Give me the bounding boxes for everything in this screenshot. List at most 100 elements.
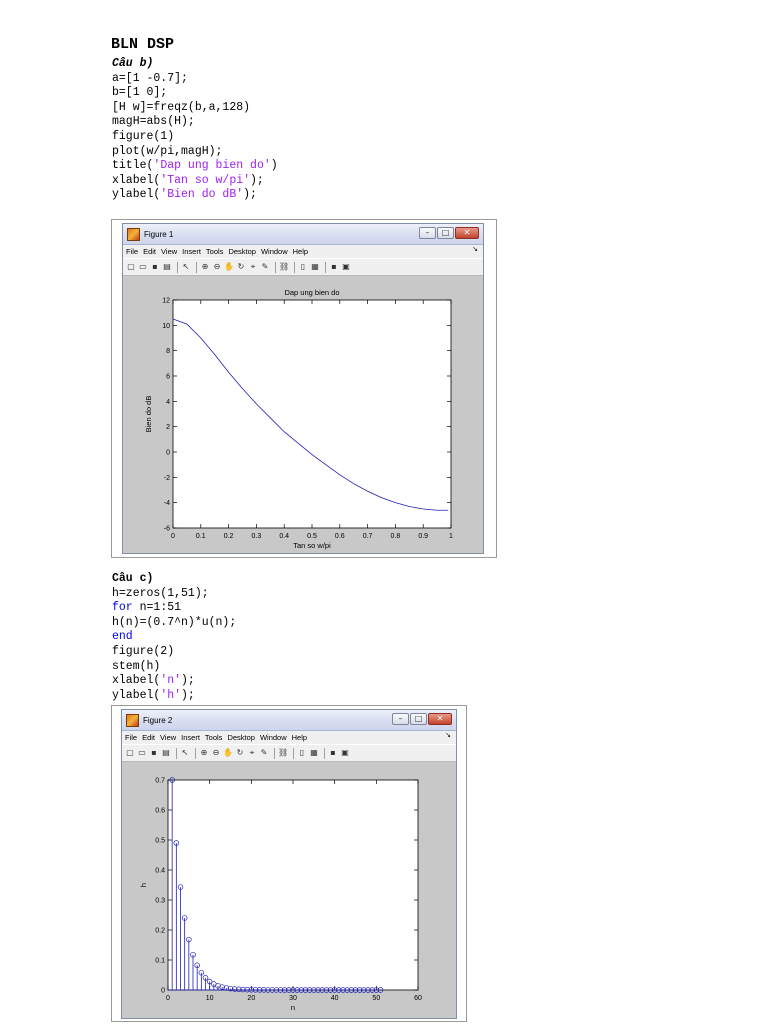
toolbar-separator	[196, 261, 197, 273]
colorbar-icon[interactable]: ▯	[298, 262, 308, 272]
toolbar-separator	[274, 747, 275, 759]
menu-item-desktop[interactable]: Desktop	[227, 733, 255, 742]
data-cursor-icon[interactable]: ⌖	[247, 748, 257, 758]
x-tick-label: 20	[247, 995, 255, 1002]
colorbar-icon[interactable]: ▯	[297, 748, 307, 758]
pointer-icon[interactable]: ↖	[180, 748, 190, 758]
zoom-in-icon[interactable]: ⊕	[199, 748, 209, 758]
show-plot-tools-icon[interactable]: ▣	[340, 748, 350, 758]
hide-plot-tools-icon[interactable]: ▪	[328, 748, 338, 758]
menu-item-view[interactable]: View	[161, 247, 177, 256]
code-line: magH=abs(H);	[112, 115, 278, 130]
x-tick-label: 0.8	[391, 533, 401, 540]
menu-item-window[interactable]: Window	[260, 733, 287, 742]
menu-item-window[interactable]: Window	[261, 247, 288, 256]
y-tick-label: -2	[164, 475, 170, 482]
y-tick-label: 8	[166, 348, 170, 355]
y-tick-label: 12	[162, 298, 170, 305]
x-tick-label: 0.1	[196, 533, 206, 540]
code-text: plot(w/pi,magH);	[112, 144, 223, 158]
y-tick-label: 0.4	[155, 868, 165, 875]
menu-item-desktop[interactable]: Desktop	[228, 247, 256, 256]
toolbar-separator	[294, 261, 295, 273]
matlab-figure-icon	[127, 227, 140, 241]
zoom-out-icon[interactable]: ⊖	[212, 262, 222, 272]
pan-icon[interactable]: ✋	[223, 748, 233, 758]
x-tick-label: 0	[166, 995, 170, 1002]
data-cursor-icon[interactable]: ⌖	[248, 262, 258, 272]
maximize-button[interactable]: □	[410, 713, 427, 725]
menu-item-tools[interactable]: Tools	[205, 733, 223, 742]
legend-icon[interactable]: ▦	[309, 748, 319, 758]
link-plot-icon[interactable]: ⛓	[278, 748, 288, 758]
show-plot-tools-icon[interactable]: ▣	[341, 262, 351, 272]
close-button[interactable]: ✕	[428, 713, 452, 725]
link-plot-icon[interactable]: ⛓	[279, 262, 289, 272]
figure-1-toolbar: ▢ ▭ ▪ ▤ ↖ ⊕ ⊖ ✋ ↻ ⌖ ✎ ⛓ ▯ ▦ ▪ ▣	[123, 258, 483, 276]
figure-2-titlebar[interactable]: Figure 2 – □ ✕	[122, 710, 456, 731]
code-keyword: for	[112, 601, 133, 615]
code-line: a=[1 -0.7];	[112, 72, 278, 87]
menu-item-file[interactable]: File	[125, 733, 137, 742]
x-tick-label: 10	[206, 995, 214, 1002]
menu-item-file[interactable]: File	[126, 247, 138, 256]
new-figure-icon[interactable]: ▢	[125, 748, 135, 758]
figure-2-frame: Figure 2 – □ ✕ File Edit View Insert Tools De…	[111, 705, 467, 1022]
dock-arrow-icon[interactable]: ↘	[472, 245, 478, 253]
brush-icon[interactable]: ✎	[260, 262, 270, 272]
menu-item-edit[interactable]: Edit	[143, 247, 156, 256]
minimize-button[interactable]: –	[419, 227, 436, 239]
y-tick-label: 6	[166, 374, 170, 381]
print-icon[interactable]: ▤	[162, 262, 172, 272]
legend-icon[interactable]: ▦	[310, 262, 320, 272]
menu-item-view[interactable]: View	[160, 733, 176, 742]
code-text: [H w]=freqz(b,a,128)	[112, 100, 251, 114]
menu-item-help[interactable]: Help	[293, 247, 308, 256]
zoom-out-icon[interactable]: ⊖	[211, 748, 221, 758]
menu-item-edit[interactable]: Edit	[142, 733, 155, 742]
close-button[interactable]: ✕	[455, 227, 479, 239]
pointer-icon[interactable]: ↖	[181, 262, 191, 272]
brush-icon[interactable]: ✎	[259, 748, 269, 758]
code-string: 'h'	[160, 688, 182, 702]
code-block-c: Câu c) h=zeros(1,51); for n=1:51 h(n)=(0.7…	[112, 572, 236, 703]
new-figure-icon[interactable]: ▢	[126, 262, 136, 272]
code-text: );	[250, 173, 264, 187]
save-icon[interactable]: ▪	[149, 748, 159, 758]
y-tick-label: 10	[162, 323, 170, 330]
dock-arrow-icon[interactable]: ↘	[445, 731, 451, 739]
code-line: end	[112, 630, 236, 645]
figure-2-window[interactable]: Figure 2 – □ ✕ File Edit View Insert Tools De…	[121, 709, 457, 1019]
x-tick-label: 0.5	[307, 533, 317, 540]
chart-title: Dap ung bien do	[284, 288, 339, 297]
open-file-icon[interactable]: ▭	[138, 262, 148, 272]
y-tick-label: 0.2	[155, 928, 165, 935]
menu-item-help[interactable]: Help	[292, 733, 307, 742]
y-tick-label: 4	[166, 399, 170, 406]
x-tick-label: 0.3	[252, 533, 262, 540]
x-tick-label: 0	[171, 533, 175, 540]
code-block-b: Câu b) a=[1 -0.7]; b=[1 0]; [H w]=freqz(b,…	[112, 57, 278, 203]
rotate-icon[interactable]: ↻	[236, 262, 246, 272]
toolbar-separator	[176, 747, 177, 759]
figure-1-window[interactable]: Figure 1 – □ ✕ File Edit View Insert Tools De…	[122, 223, 484, 554]
minimize-button[interactable]: –	[392, 713, 409, 725]
menu-item-tools[interactable]: Tools	[206, 247, 224, 256]
figure-1-titlebar[interactable]: Figure 1 – □ ✕	[123, 224, 483, 245]
code-text: )	[270, 159, 278, 173]
open-file-icon[interactable]: ▭	[137, 748, 147, 758]
x-tick-label: 0.4	[279, 533, 289, 540]
rotate-icon[interactable]: ↻	[235, 748, 245, 758]
menu-item-insert[interactable]: Insert	[182, 247, 201, 256]
code-line: h(n)=(0.7^n)*u(n);	[112, 616, 236, 631]
menu-item-insert[interactable]: Insert	[181, 733, 200, 742]
y-tick-label: 0.3	[155, 898, 165, 905]
maximize-button[interactable]: □	[437, 227, 454, 239]
zoom-in-icon[interactable]: ⊕	[200, 262, 210, 272]
x-tick-label: 60	[414, 995, 422, 1002]
print-icon[interactable]: ▤	[161, 748, 171, 758]
pan-icon[interactable]: ✋	[224, 262, 234, 272]
hide-plot-tools-icon[interactable]: ▪	[329, 262, 339, 272]
save-icon[interactable]: ▪	[150, 262, 160, 272]
figure-2-menubar: File Edit View Insert Tools Desktop Window Help…	[122, 731, 456, 744]
